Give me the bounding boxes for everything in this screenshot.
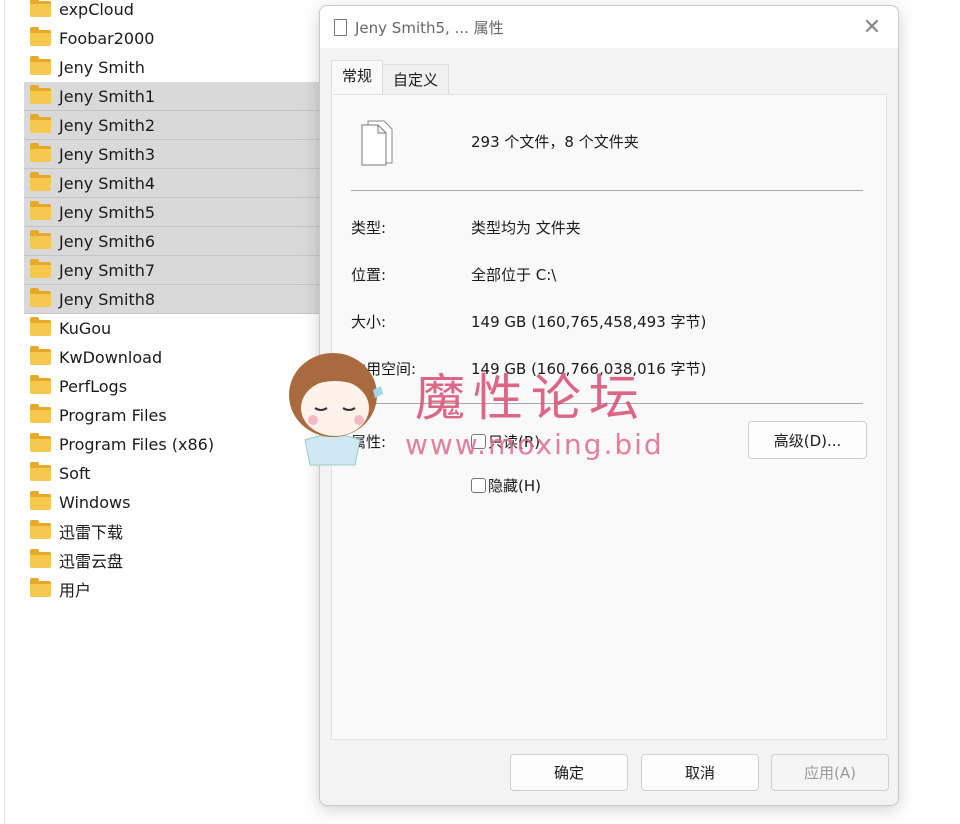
close-icon: ✕ bbox=[862, 14, 882, 40]
folder-name: Foobar2000 bbox=[59, 28, 155, 48]
readonly-checkbox[interactable]: 只读(R) bbox=[471, 431, 540, 452]
folder-name: Jeny Smith5 bbox=[59, 202, 156, 222]
folder-item[interactable]: Jeny Smith3 bbox=[24, 140, 319, 169]
files-icon bbox=[334, 18, 347, 36]
folder-item[interactable]: Jeny Smith4 bbox=[24, 169, 319, 198]
folder-icon bbox=[30, 346, 51, 365]
folder-name: Jeny Smith7 bbox=[59, 260, 156, 280]
title-bar: Jeny Smith5, ... 属性 bbox=[320, 6, 898, 48]
attributes-label: 属性: bbox=[351, 433, 387, 451]
advanced-button[interactable]: 高级(D)... bbox=[748, 421, 867, 459]
folder-name: Jeny Smith bbox=[59, 57, 145, 77]
left-edge bbox=[4, 0, 5, 824]
hidden-checkbox[interactable]: 隐藏(H) bbox=[471, 475, 541, 496]
folder-icon bbox=[30, 201, 51, 220]
folder-name: KuGou bbox=[59, 318, 112, 338]
folder-item[interactable]: PerfLogs bbox=[24, 372, 319, 401]
tab-custom[interactable]: 自定义 bbox=[383, 64, 450, 94]
folder-name: Jeny Smith3 bbox=[59, 144, 156, 164]
close-button[interactable]: ✕ bbox=[856, 12, 888, 42]
folder-icon bbox=[30, 114, 51, 133]
folder-icon bbox=[30, 27, 51, 46]
tab-general[interactable]: 常规 bbox=[331, 60, 384, 94]
folder-icon bbox=[30, 404, 51, 423]
folder-icon bbox=[30, 491, 51, 510]
hidden-label: 隐藏(H) bbox=[488, 477, 541, 495]
folder-name: 用户 bbox=[59, 581, 92, 600]
size-value: 149 GB (160,765,458,493 字节) bbox=[471, 313, 707, 331]
folder-item[interactable]: Program Files bbox=[24, 401, 319, 430]
folder-name: PerfLogs bbox=[59, 376, 128, 396]
size-label: 大小: bbox=[351, 313, 387, 331]
location-value: 全部位于 C:\ bbox=[471, 266, 557, 284]
folder-item[interactable]: 用户 bbox=[24, 575, 319, 604]
divider bbox=[351, 403, 863, 404]
folder-name: 迅雷云盘 bbox=[59, 552, 124, 571]
folder-item[interactable]: expCloud bbox=[24, 0, 319, 24]
folder-item[interactable]: Foobar2000 bbox=[24, 24, 319, 53]
folder-name: KwDownload bbox=[59, 347, 163, 367]
folder-item[interactable]: KwDownload bbox=[24, 343, 319, 372]
type-label: 类型: bbox=[351, 219, 387, 237]
folder-item[interactable]: KuGou bbox=[24, 314, 319, 343]
folder-icon bbox=[30, 520, 51, 539]
apply-button[interactable]: 应用(A) bbox=[771, 754, 889, 791]
folder-icon bbox=[30, 578, 51, 597]
properties-dialog: Jeny Smith5, ... 属性 ✕ 常规 自定义 293 个文件，8 个… bbox=[319, 5, 899, 806]
multiple-files-icon bbox=[361, 120, 393, 166]
folder-item[interactable]: Jeny Smith8 bbox=[24, 285, 319, 314]
folder-name: Windows bbox=[59, 492, 131, 512]
dialog-title: Jeny Smith5, ... 属性 bbox=[355, 18, 504, 37]
folder-item[interactable]: Windows bbox=[24, 488, 319, 517]
checkbox-box[interactable] bbox=[471, 434, 486, 449]
folder-icon bbox=[30, 549, 51, 568]
size-on-disk-label: 占用空间: bbox=[351, 360, 417, 378]
cancel-button[interactable]: 取消 bbox=[641, 754, 759, 791]
folder-name: expCloud bbox=[59, 0, 134, 19]
general-panel: 293 个文件，8 个文件夹 类型: 类型均为 文件夹 位置: 全部位于 C:\… bbox=[331, 94, 887, 740]
folder-icon bbox=[30, 375, 51, 394]
folder-icon bbox=[30, 259, 51, 278]
file-list: expCloud Foobar2000 Jeny Smith Jeny Smith1 J… bbox=[24, 0, 319, 604]
divider bbox=[351, 190, 863, 191]
folder-name: Program Files (x86) bbox=[59, 434, 215, 454]
checkbox-box[interactable] bbox=[471, 478, 486, 493]
ok-button[interactable]: 确定 bbox=[510, 754, 628, 791]
folder-name: Jeny Smith6 bbox=[59, 231, 156, 251]
folder-icon bbox=[30, 85, 51, 104]
folder-name: Jeny Smith4 bbox=[59, 173, 156, 193]
folder-name: Jeny Smith1 bbox=[59, 86, 156, 106]
folder-name: Program Files bbox=[59, 405, 167, 425]
folder-item[interactable]: Jeny Smith5 bbox=[24, 198, 319, 227]
folder-icon bbox=[30, 230, 51, 249]
folder-name: Jeny Smith8 bbox=[59, 289, 156, 309]
readonly-label: 只读(R) bbox=[488, 433, 541, 451]
folder-item[interactable]: 迅雷云盘 bbox=[24, 546, 319, 575]
folder-icon bbox=[30, 433, 51, 452]
folder-icon bbox=[30, 56, 51, 75]
summary-text: 293 个文件，8 个文件夹 bbox=[471, 133, 639, 151]
folder-item[interactable]: Soft bbox=[24, 459, 319, 488]
folder-item[interactable]: Jeny Smith6 bbox=[24, 227, 319, 256]
folder-icon bbox=[30, 288, 51, 307]
folder-item[interactable]: 迅雷下载 bbox=[24, 517, 319, 546]
folder-icon bbox=[30, 462, 51, 481]
folder-item[interactable]: Jeny Smith bbox=[24, 53, 319, 82]
folder-icon bbox=[30, 143, 51, 162]
folder-name: Soft bbox=[59, 463, 91, 483]
folder-icon bbox=[30, 317, 51, 336]
folder-name: 迅雷下载 bbox=[59, 523, 124, 542]
folder-item[interactable]: Jeny Smith1 bbox=[24, 82, 319, 111]
type-value: 类型均为 文件夹 bbox=[471, 219, 581, 237]
folder-item[interactable]: Jeny Smith2 bbox=[24, 111, 319, 140]
folder-icon bbox=[30, 0, 51, 17]
size-on-disk-value: 149 GB (160,766,038,016 字节) bbox=[471, 360, 707, 378]
folder-item[interactable]: Program Files (x86) bbox=[24, 430, 319, 459]
location-label: 位置: bbox=[351, 266, 387, 284]
folder-icon bbox=[30, 172, 51, 191]
folder-item[interactable]: Jeny Smith7 bbox=[24, 256, 319, 285]
folder-name: Jeny Smith2 bbox=[59, 115, 156, 135]
